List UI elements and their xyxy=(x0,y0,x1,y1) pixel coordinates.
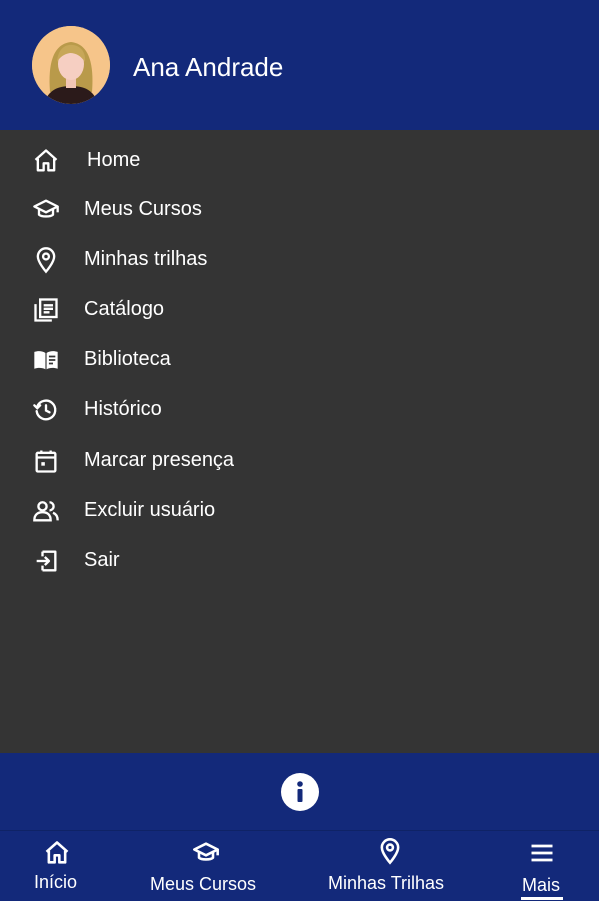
menu-item-home[interactable]: Home xyxy=(0,134,599,184)
info-icon[interactable] xyxy=(281,773,319,811)
menu-item-label: Meus Cursos xyxy=(84,198,202,220)
nav-tab-meus-cursos[interactable]: Meus Cursos xyxy=(150,831,265,901)
menu-item-label: Catálogo xyxy=(84,298,165,320)
map-pin-icon xyxy=(32,246,60,274)
menu-icon xyxy=(528,839,556,867)
menu-item-catalogo[interactable]: Catálogo xyxy=(0,283,599,333)
menu-item-label: Sair xyxy=(84,549,120,571)
home-icon xyxy=(43,839,71,867)
map-pin-icon xyxy=(376,837,404,865)
menu-item-label: Biblioteca xyxy=(84,348,171,370)
logout-icon xyxy=(32,547,60,575)
menu-item-label: Excluir usuário xyxy=(84,499,216,521)
menu-item-sair[interactable]: Sair xyxy=(0,534,599,584)
menu-item-label: Histórico xyxy=(84,398,162,420)
history-icon xyxy=(32,396,60,424)
book-open-icon xyxy=(32,346,60,374)
calendar-icon xyxy=(32,447,60,475)
catalog-icon xyxy=(32,296,60,324)
menu-item-marcar-presenca[interactable]: Marcar presença xyxy=(0,434,599,484)
nav-tab-label: Mais xyxy=(522,875,561,895)
menu-item-label: Home xyxy=(87,149,141,171)
nav-tab-label: Início xyxy=(34,872,78,892)
graduation-cap-icon xyxy=(32,196,60,224)
menu-item-label: Minhas trilhas xyxy=(84,248,208,270)
graduation-cap-icon xyxy=(192,839,220,867)
nav-tab-minhas-trilhas[interactable]: Minhas Trilhas xyxy=(326,831,454,901)
menu-item-meus-cursos[interactable]: Meus Cursos xyxy=(0,183,599,233)
nav-tab-label: Meus Cursos xyxy=(150,874,257,894)
menu-item-excluir-usuario[interactable]: Excluir usuário xyxy=(0,484,599,534)
user-name: Ana Andrade xyxy=(133,52,284,82)
nav-tab-mais[interactable]: Mais xyxy=(518,831,566,901)
nav-tab-label: Minhas Trilhas xyxy=(328,873,445,893)
side-menu: Home Meus Cursos Minhas trilhas Catálogo… xyxy=(0,130,599,753)
profile-header: Ana Andrade xyxy=(0,0,599,130)
users-icon xyxy=(32,497,60,525)
menu-item-minhas-trilhas[interactable]: Minhas trilhas xyxy=(0,233,599,283)
bottom-navigation: Início Meus Cursos Minhas Trilhas Mais xyxy=(0,830,599,901)
avatar[interactable] xyxy=(32,26,110,104)
menu-item-biblioteca[interactable]: Biblioteca xyxy=(0,333,599,383)
menu-item-historico[interactable]: Histórico xyxy=(0,383,599,433)
home-icon xyxy=(32,147,60,175)
nav-tab-inicio[interactable]: Início xyxy=(28,831,88,901)
menu-item-label: Marcar presença xyxy=(84,449,235,471)
